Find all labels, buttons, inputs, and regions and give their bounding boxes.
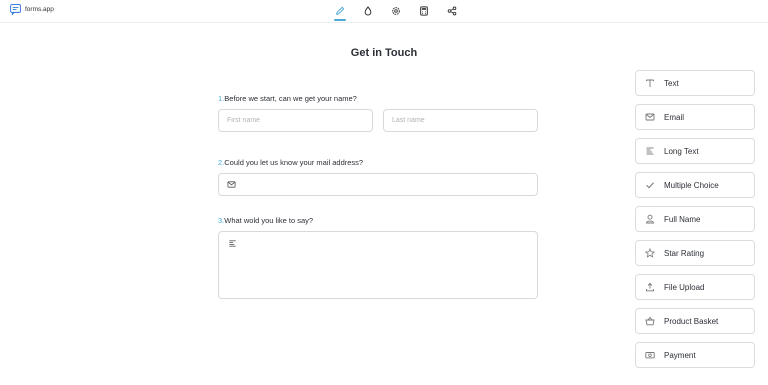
payment-icon — [645, 350, 655, 360]
palette-item-label: File Upload — [664, 282, 705, 292]
star-icon — [645, 248, 655, 258]
name-row — [218, 109, 538, 132]
calculator-icon — [420, 5, 428, 16]
question-label: 3.What wold you like to say? — [218, 216, 538, 225]
question-text: Before we start, can we get your name? — [224, 94, 357, 103]
question-name[interactable]: 1.Before we start, can we get your name? — [218, 94, 538, 132]
share-tab[interactable] — [444, 3, 460, 18]
add-long-text-field-button[interactable]: Long Text — [635, 138, 755, 164]
message-field[interactable] — [219, 232, 537, 298]
first-name-field[interactable] — [218, 109, 373, 132]
builder-toolbar — [332, 3, 460, 21]
text-icon — [645, 78, 655, 88]
add-text-field-button[interactable]: Text — [635, 70, 755, 96]
basket-icon — [645, 316, 655, 326]
last-name-field[interactable] — [383, 109, 538, 132]
share-icon — [447, 6, 457, 15]
mail-icon — [645, 112, 655, 122]
mail-icon — [227, 181, 236, 188]
palette-item-label: Text — [664, 78, 679, 88]
droplet-icon — [364, 5, 372, 15]
add-payment-field-button[interactable]: Payment — [635, 342, 755, 368]
pencil-icon — [336, 6, 345, 15]
add-multiple-choice-field-button[interactable]: Multiple Choice — [635, 172, 755, 198]
question-message[interactable]: 3.What wold you like to say? — [218, 216, 538, 299]
palette-item-label: Full Name — [664, 214, 701, 224]
theme-tab[interactable] — [360, 3, 376, 18]
brand[interactable]: forms.app — [10, 4, 54, 15]
email-field[interactable] — [218, 173, 538, 196]
long-text-icon — [645, 146, 655, 156]
checkmark-icon — [645, 180, 655, 190]
brand-name: forms.app — [25, 6, 54, 13]
forms-app-logo-icon — [10, 4, 21, 15]
palette-item-label: Payment — [664, 350, 696, 360]
palette-item-label: Product Basket — [664, 316, 719, 326]
message-box — [218, 231, 538, 299]
settings-tab[interactable] — [388, 3, 404, 18]
palette-item-label: Email — [664, 112, 685, 122]
field-palette: Text Email Long Text Multiple Choice Ful… — [635, 70, 755, 368]
add-star-rating-field-button[interactable]: Star Rating — [635, 240, 755, 266]
calculator-tab[interactable] — [416, 3, 432, 18]
add-email-field-button[interactable]: Email — [635, 104, 755, 130]
question-text: What wold you like to say? — [224, 216, 314, 225]
question-email[interactable]: 2.Could you let us know your mail addres… — [218, 158, 538, 196]
question-label: 2.Could you let us know your mail addres… — [218, 158, 538, 167]
add-file-upload-field-button[interactable]: File Upload — [635, 274, 755, 300]
upload-icon — [645, 282, 655, 292]
form-title[interactable]: Get in Touch — [0, 47, 768, 59]
top-bar: forms.app — [0, 0, 768, 23]
question-text: Could you let us know your mail address? — [224, 158, 364, 167]
add-product-basket-field-button[interactable]: Product Basket — [635, 308, 755, 334]
user-icon — [645, 214, 655, 224]
palette-item-label: Star Rating — [664, 248, 705, 258]
gear-icon — [392, 6, 400, 15]
palette-item-label: Long Text — [664, 146, 699, 156]
add-full-name-field-button[interactable]: Full Name — [635, 206, 755, 232]
email-input-wrapper — [218, 173, 538, 196]
palette-item-label: Multiple Choice — [664, 180, 719, 190]
question-label: 1.Before we start, can we get your name? — [218, 94, 538, 103]
design-tab[interactable] — [332, 3, 348, 21]
